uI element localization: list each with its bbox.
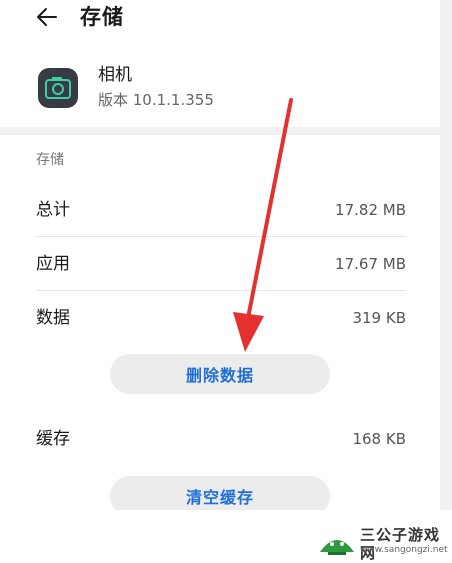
- watermark-url: www.sangongzi.net: [360, 545, 448, 555]
- row-value: 17.67 MB: [335, 255, 406, 273]
- row-value: 17.82 MB: [335, 201, 406, 219]
- row-label: 缓存: [36, 429, 70, 449]
- delete-data-button[interactable]: 删除数据: [110, 354, 330, 394]
- right-edge-band: [440, 0, 452, 510]
- camera-icon: [45, 77, 71, 99]
- page-title: 存储: [80, 5, 124, 29]
- watermark-logo-icon: [320, 540, 354, 555]
- header: 存储: [0, 0, 440, 54]
- app-info-card: [0, 54, 440, 130]
- storage-row-total: 总计 17.82 MB: [36, 183, 406, 237]
- row-value: 319 KB: [352, 309, 406, 327]
- row-label: 数据: [36, 308, 70, 328]
- storage-row-app: 应用 17.67 MB: [36, 237, 406, 291]
- watermark: 三公子游戏网 www.sangongzi.net: [318, 524, 448, 562]
- camera-app-icon: [38, 68, 78, 108]
- back-arrow-icon[interactable]: [34, 4, 60, 30]
- row-label: 总计: [36, 200, 70, 220]
- storage-section-label: 存储: [36, 152, 64, 168]
- app-version: 版本 10.1.1.355: [98, 91, 214, 109]
- storage-row-cache: 缓存 168 KB: [36, 412, 406, 466]
- storage-row-data: 数据 319 KB: [36, 291, 406, 345]
- app-name: 相机: [98, 65, 132, 85]
- row-label: 应用: [36, 254, 70, 274]
- section-divider: [0, 127, 440, 135]
- row-value: 168 KB: [352, 430, 406, 448]
